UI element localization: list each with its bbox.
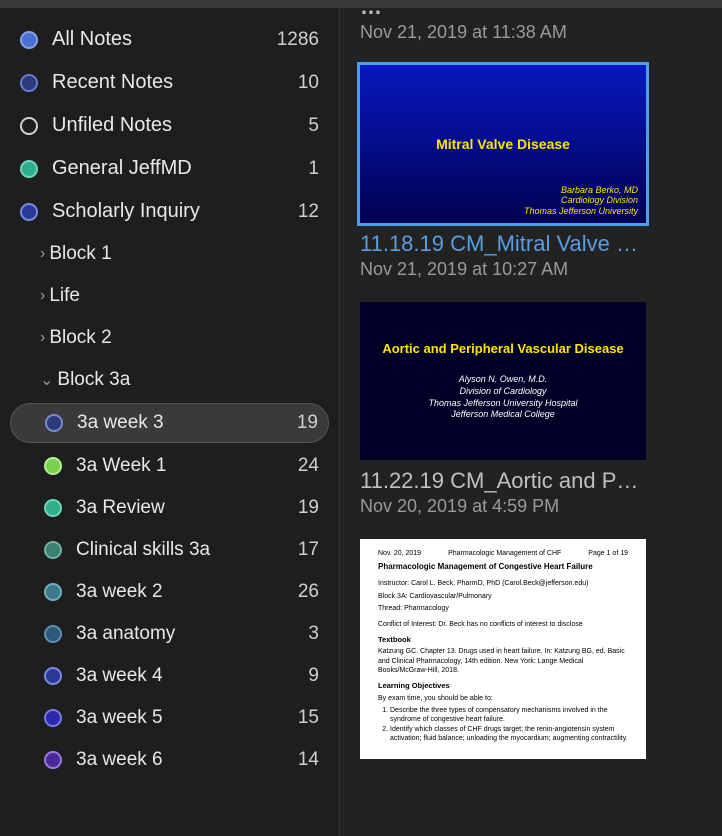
sidebar-item-label: 3a week 2	[76, 581, 298, 603]
sidebar-item-label: 3a Review	[76, 497, 298, 519]
note-thumbnail[interactable]: Aortic and Peripheral Vascular Disease A…	[360, 302, 646, 460]
sidebar-item[interactable]: 3a week 49	[10, 657, 329, 695]
sidebar-item[interactable]: 3a week 614	[10, 741, 329, 779]
chevron-right-icon[interactable]: ›	[40, 245, 45, 263]
sidebar-item-label: Life	[49, 285, 319, 307]
sidebar-item[interactable]: Recent Notes10	[10, 63, 329, 102]
sidebar-item[interactable]: 3a week 226	[10, 573, 329, 611]
chevron-right-icon[interactable]: ›	[40, 329, 45, 347]
sidebar-item-count: 19	[298, 497, 319, 519]
sidebar-item[interactable]: Clinical skills 3a17	[10, 531, 329, 569]
sidebar-item-label: 3a anatomy	[76, 623, 308, 645]
sidebar-item-label: Scholarly Inquiry	[52, 200, 298, 223]
sidebar-item-label: 3a week 3	[77, 412, 297, 434]
slide-meta: Alyson N. Owen, M.D. Division of Cardiol…	[428, 374, 577, 421]
chevron-right-icon[interactable]: ›	[40, 287, 45, 305]
sidebar-item-label: Unfiled Notes	[52, 114, 308, 137]
sidebar-item[interactable]: Unfiled Notes5	[10, 106, 329, 145]
sidebar-item[interactable]: 3a Review19	[10, 489, 329, 527]
note-list-pane: … Nov 21, 2019 at 11:38 AM Mitral Valve …	[340, 0, 722, 836]
sidebar-item-label: 3a week 6	[76, 749, 298, 771]
sidebar-item-label: Block 2	[49, 327, 319, 349]
sidebar-item[interactable]: ›Block 1	[10, 235, 329, 273]
slide-meta: Barbara Berko, MD Cardiology Division Th…	[524, 185, 638, 217]
sidebar-item-count: 26	[298, 581, 319, 603]
doc-title: Pharmacologic Management of Congestive H…	[378, 562, 628, 573]
sidebar-item-count: 15	[298, 707, 319, 729]
sidebar-item-label: 3a week 5	[76, 707, 298, 729]
folder-color-dot	[20, 74, 38, 92]
sidebar-item[interactable]: General JeffMD1	[10, 149, 329, 188]
sidebar-item-count: 5	[308, 115, 319, 137]
sidebar-item-label: 3a week 4	[76, 665, 308, 687]
chevron-down-icon[interactable]: ⌄	[40, 370, 53, 390]
sidebar-item-label: Block 1	[49, 243, 319, 265]
folder-color-dot	[20, 31, 38, 49]
sidebar-item[interactable]: 3a anatomy3	[10, 615, 329, 653]
sidebar-item[interactable]: All Notes1286	[10, 20, 329, 59]
note-thumbnail[interactable]: Mitral Valve Disease Barbara Berko, MD C…	[360, 65, 646, 223]
sidebar-item-label: Recent Notes	[52, 71, 298, 94]
note-card[interactable]: Nov. 20, 2019 Pharmacologic Management o…	[360, 539, 702, 759]
sidebar-item[interactable]: ⌄Block 3a	[10, 361, 329, 399]
slide-title: Aortic and Peripheral Vascular Disease	[382, 341, 623, 356]
sidebar-item-label: General JeffMD	[52, 157, 308, 180]
sidebar-item[interactable]: Scholarly Inquiry12	[10, 192, 329, 231]
folder-color-dot	[44, 457, 62, 475]
note-date: Nov 20, 2019 at 4:59 PM	[360, 496, 702, 517]
window-titlebar	[0, 0, 722, 8]
sidebar-item[interactable]: 3a week 515	[10, 699, 329, 737]
note-title: 11.18.19 CM_Mitral Valve Disease	[360, 231, 640, 257]
sidebar-item-count: 17	[298, 539, 319, 561]
note-date: Nov 21, 2019 at 10:27 AM	[360, 259, 702, 280]
sidebar-item-label: Block 3a	[57, 369, 319, 391]
sidebar-item-count: 1286	[277, 29, 319, 51]
folder-color-dot	[20, 160, 38, 178]
folder-color-dot	[44, 583, 62, 601]
note-title: 11.22.19 CM_Aortic and Peripheral Vascul…	[360, 468, 640, 494]
doc-header: Nov. 20, 2019 Pharmacologic Management o…	[378, 549, 628, 558]
note-card[interactable]: Aortic and Peripheral Vascular Disease A…	[360, 302, 702, 517]
sidebar-item[interactable]: ›Block 2	[10, 319, 329, 357]
sidebar-item-count: 12	[298, 201, 319, 223]
sidebar-item-count: 3	[308, 623, 319, 645]
sidebar-item-count: 9	[308, 665, 319, 687]
sidebar-item[interactable]: 3a week 319	[10, 403, 329, 443]
folder-color-dot	[44, 625, 62, 643]
sidebar-item-count: 24	[298, 455, 319, 477]
sidebar-item-label: Clinical skills 3a	[76, 539, 298, 561]
folder-color-dot	[20, 203, 38, 221]
folder-color-dot	[45, 414, 63, 432]
sidebar-item[interactable]: 3a Week 124	[10, 447, 329, 485]
folder-color-dot	[44, 709, 62, 727]
folder-color-dot	[44, 667, 62, 685]
note-thumbnail[interactable]: Nov. 20, 2019 Pharmacologic Management o…	[360, 539, 646, 759]
sidebar: All Notes1286 Recent Notes10 Unfiled Notes…	[0, 0, 340, 836]
sidebar-item-count: 14	[298, 749, 319, 771]
sidebar-item-count: 10	[298, 72, 319, 94]
sidebar-item-count: 1	[308, 158, 319, 180]
folder-color-dot	[44, 499, 62, 517]
folder-color-dot	[44, 751, 62, 769]
folder-color-dot	[44, 541, 62, 559]
sidebar-item-label: 3a Week 1	[76, 455, 298, 477]
slide-title: Mitral Valve Disease	[436, 136, 570, 152]
folder-color-dot	[20, 117, 38, 135]
sidebar-item-label: All Notes	[52, 28, 277, 51]
note-card[interactable]: Mitral Valve Disease Barbara Berko, MD C…	[360, 65, 702, 280]
sidebar-item[interactable]: ›Life	[10, 277, 329, 315]
note-date: Nov 21, 2019 at 11:38 AM	[360, 22, 702, 43]
sidebar-item-count: 19	[297, 412, 318, 434]
